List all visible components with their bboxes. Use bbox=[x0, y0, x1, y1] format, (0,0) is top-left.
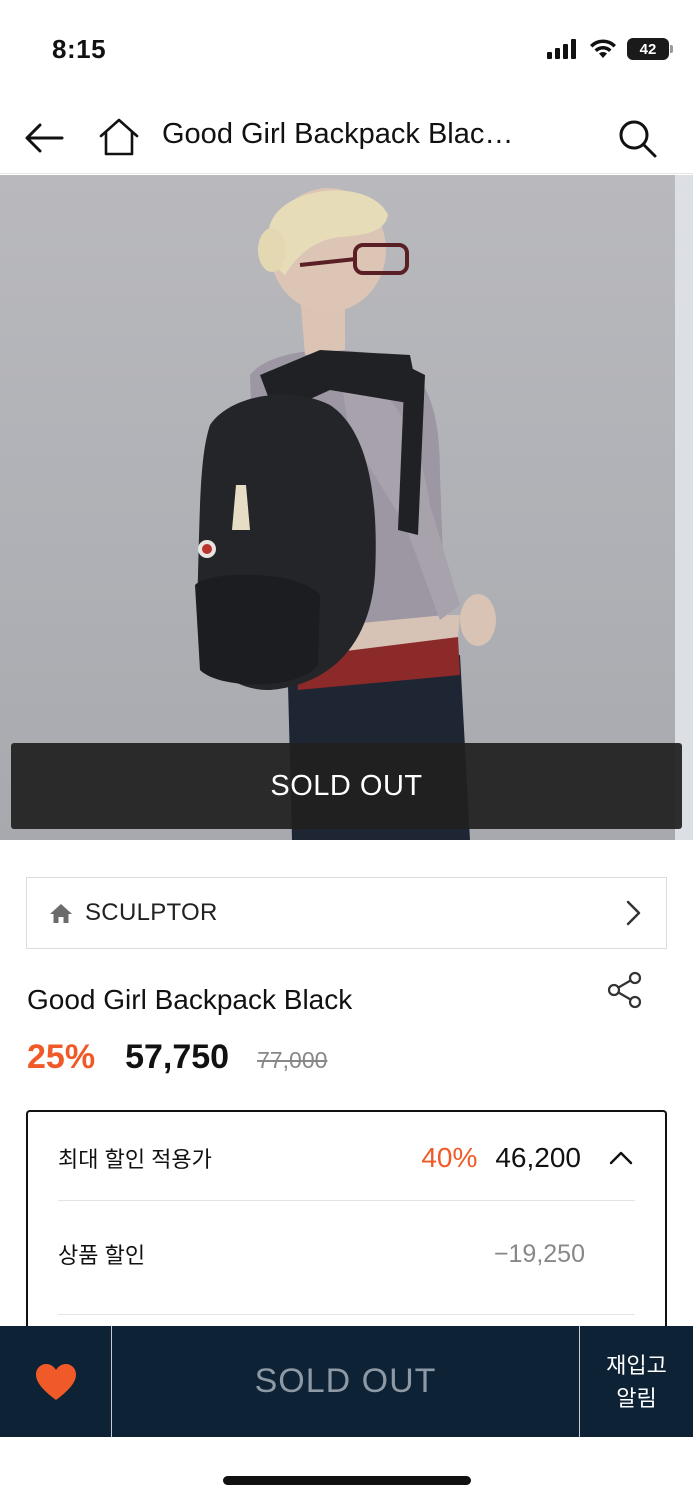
back-arrow-icon[interactable] bbox=[22, 116, 66, 160]
max-discount-rate: 40% bbox=[421, 1142, 478, 1173]
item-discount-label: 상품 할인 bbox=[58, 1243, 146, 1268]
product-photo bbox=[195, 188, 496, 840]
battery-icon: 42 bbox=[627, 38, 673, 60]
discount-detail-box: 최대 할인 적용가 40% 46,200 상품 할인 −19,250 bbox=[26, 1110, 667, 1340]
original-price: 77,000 bbox=[257, 1047, 328, 1073]
brand-home-icon bbox=[50, 904, 72, 923]
item-discount-row: 상품 할인 −19,250 bbox=[58, 1234, 585, 1274]
search-icon[interactable] bbox=[615, 116, 659, 160]
home-indicator bbox=[223, 1476, 471, 1485]
max-discount-price: 46,200 bbox=[495, 1142, 581, 1173]
top-nav: Good Girl Backpack Blac… bbox=[0, 100, 693, 174]
divider bbox=[58, 1314, 635, 1315]
share-icon[interactable] bbox=[605, 970, 645, 1010]
chevron-up-icon[interactable] bbox=[607, 1144, 635, 1172]
cellular-signal-icon bbox=[547, 39, 576, 59]
divider bbox=[58, 1200, 635, 1201]
product-image[interactable] bbox=[0, 175, 693, 840]
product-title: Good Girl Backpack Black bbox=[27, 984, 353, 1015]
wifi-icon bbox=[590, 39, 616, 58]
max-discount-label: 최대 할인 적용가 bbox=[58, 1147, 212, 1172]
status-bar: 8:15 42 bbox=[0, 0, 693, 100]
bottom-action-bar: SOLD OUT 재입고 알림 bbox=[0, 1326, 693, 1437]
wishlist-button[interactable] bbox=[0, 1326, 112, 1437]
home-icon[interactable] bbox=[96, 114, 142, 160]
item-discount-value: −19,250 bbox=[493, 1239, 585, 1268]
heart-icon bbox=[35, 1363, 76, 1400]
sold-out-button: SOLD OUT bbox=[254, 1362, 437, 1400]
chevron-right-icon bbox=[626, 900, 641, 926]
sold-out-overlay: SOLD OUT bbox=[11, 743, 682, 829]
page-title: Good Girl Backpack Blac… bbox=[162, 118, 514, 150]
image-scrollbar bbox=[675, 175, 693, 840]
status-time: 8:15 bbox=[52, 34, 107, 64]
brand-link[interactable]: SCULPTOR bbox=[26, 877, 667, 949]
restock-alert-button[interactable]: 재입고 알림 bbox=[579, 1326, 693, 1437]
price-row: 25% 57,750 77,000 bbox=[27, 1038, 327, 1077]
sale-price: 57,750 bbox=[125, 1038, 230, 1076]
status-icons: 42 bbox=[547, 38, 673, 60]
max-discount-row[interactable]: 최대 할인 적용가 40% 46,200 bbox=[58, 1138, 635, 1178]
brand-name: SCULPTOR bbox=[85, 899, 218, 926]
discount-rate: 25% bbox=[27, 1038, 96, 1076]
